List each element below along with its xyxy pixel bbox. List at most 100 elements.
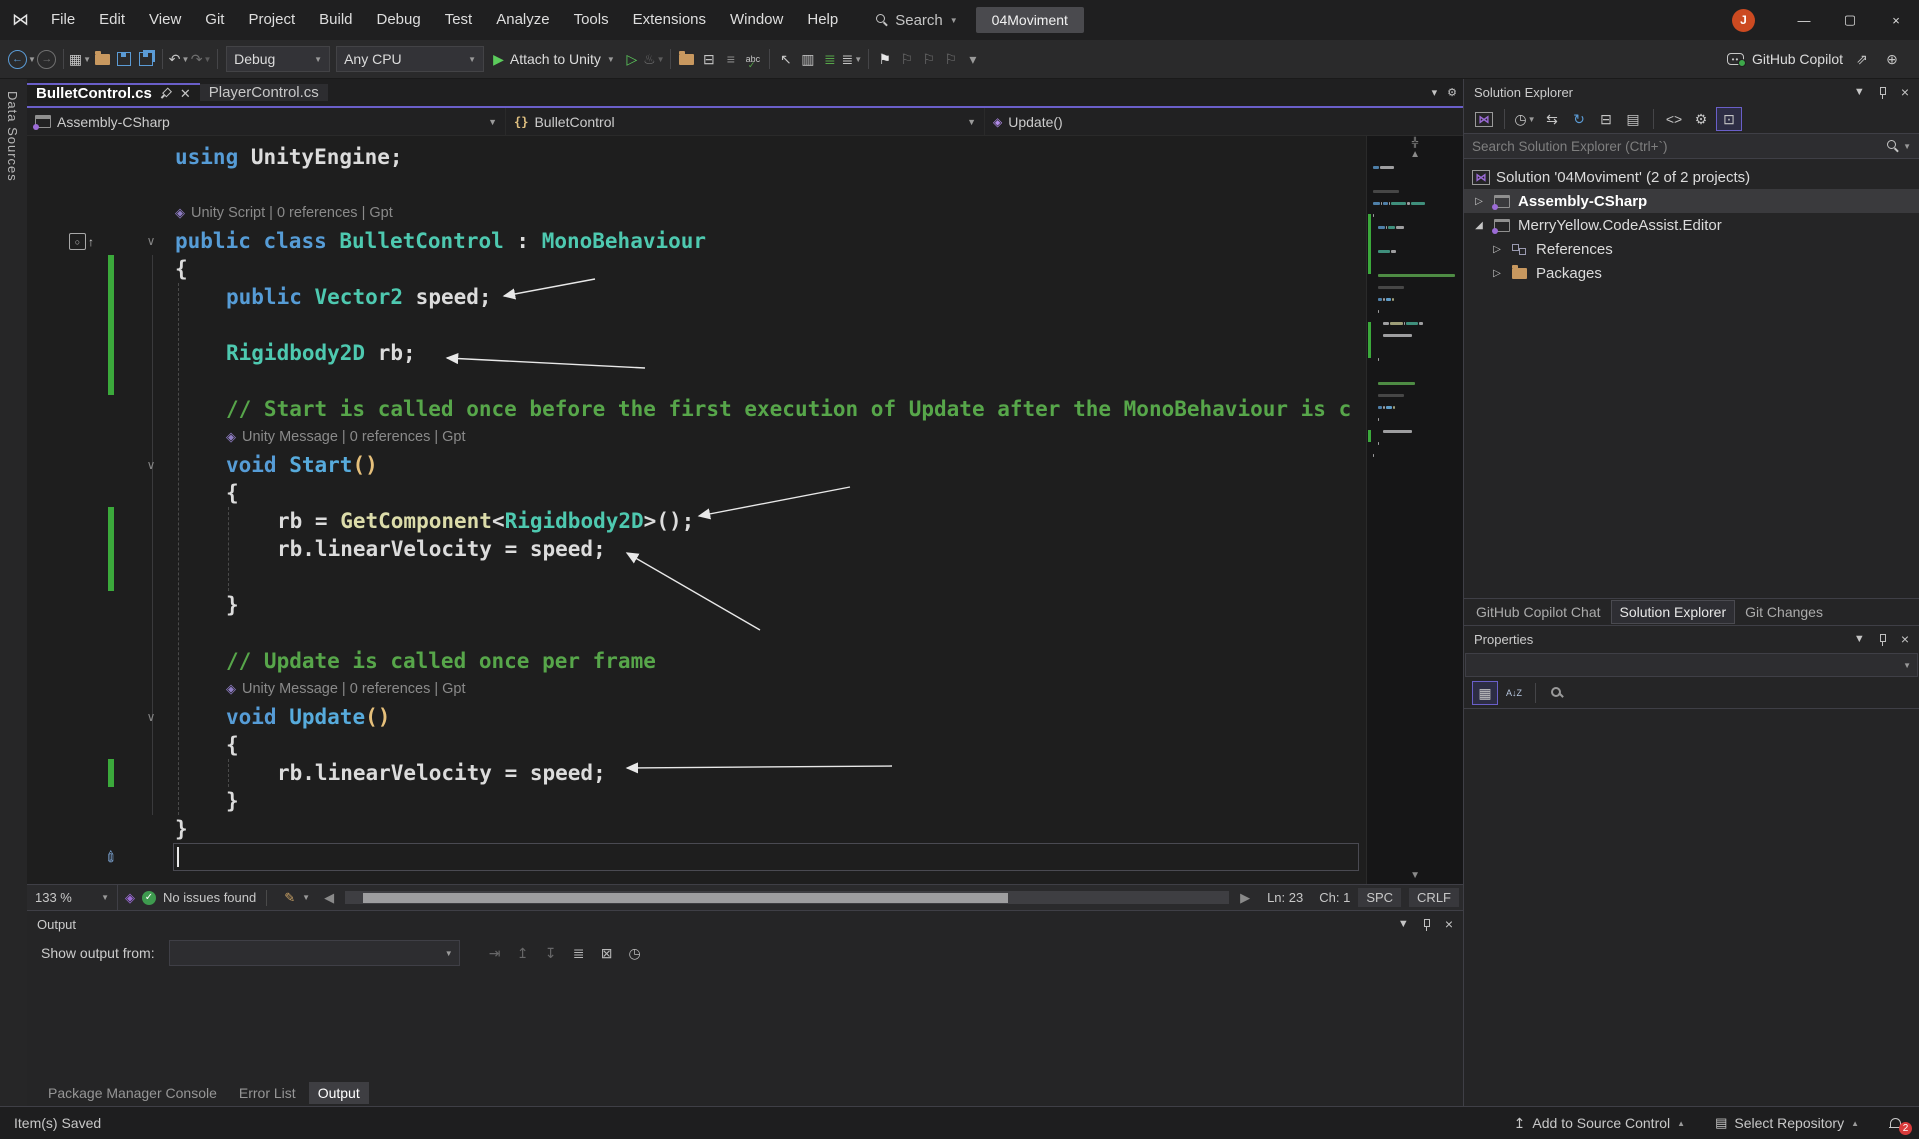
menu-extensions[interactable]: Extensions [621, 0, 718, 40]
scrollbar-thumb[interactable] [363, 893, 1008, 903]
document-dropdown-icon[interactable]: ▾ [1432, 86, 1438, 99]
minimap-scrollbar[interactable]: ╬ ▲ ▼ [1366, 136, 1463, 884]
copilot-status[interactable]: •• GitHub Copilot ⇗ ⊕ [1727, 47, 1919, 71]
tab-playercontrol-cs[interactable]: PlayerControl.cs [200, 84, 328, 101]
output-source-combo[interactable]: ▼ [169, 940, 460, 966]
share-feedback-icon[interactable]: ⇗ [1851, 47, 1873, 71]
view-code-icon[interactable]: <> [1662, 108, 1686, 130]
menu-project[interactable]: Project [236, 0, 307, 40]
find-in-files-icon[interactable] [676, 47, 698, 71]
toggle-bookmark-icon[interactable]: ⚑ [874, 47, 896, 71]
zoom-selector[interactable]: 133 % ▼ [27, 885, 118, 910]
code-editor[interactable]: using UnityEngine;◈Unity Script | 0 refe… [27, 136, 1366, 884]
bottom-tab-output[interactable]: Output [309, 1082, 369, 1104]
alphabetical-icon[interactable]: A↓Z [1502, 682, 1526, 704]
scroll-down-icon[interactable]: ▼ [1367, 870, 1463, 881]
chevron-down-icon[interactable]: ▼ [1854, 86, 1865, 98]
panel-tab-git-changes[interactable]: Git Changes [1737, 601, 1831, 623]
bottom-tab-error-list[interactable]: Error List [230, 1082, 305, 1104]
expander-collapsed-icon[interactable]: ▷ [1472, 196, 1486, 207]
sync-with-active-document-icon[interactable]: ⇆ [1540, 108, 1564, 130]
tree-item-references[interactable]: ▷References [1464, 237, 1919, 261]
property-pages-icon[interactable] [1545, 682, 1569, 704]
codelens-text[interactable]: Unity Message | 0 references | Gpt [242, 429, 466, 445]
unity-script-badge[interactable]: ○↑ [69, 233, 94, 250]
send-feedback-icon[interactable]: ⊕ [1881, 47, 1903, 71]
open-file-icon[interactable] [91, 47, 113, 71]
add-to-source-control-button[interactable]: ↥ Add to Source Control ▲ [1504, 1115, 1695, 1132]
tree-item-assembly-csharp[interactable]: ▷Assembly-CSharp [1464, 189, 1919, 213]
close-icon[interactable]: × [1445, 916, 1453, 932]
panel-tab-github-copilot-chat[interactable]: GitHub Copilot Chat [1468, 601, 1609, 623]
menu-build[interactable]: Build [307, 0, 364, 40]
project-dropdown[interactable]: Assembly-CSharp ▼ [27, 108, 506, 135]
switch-views-icon[interactable]: ⋈ [1472, 108, 1496, 130]
quick-action-icon[interactable]: ✎ [100, 845, 122, 867]
maximize-button[interactable]: ▢ [1827, 0, 1873, 40]
panel-tab-solution-explorer[interactable]: Solution Explorer [1611, 600, 1736, 624]
avatar[interactable]: J [1732, 9, 1755, 32]
navigate-forward-icon[interactable]: → [36, 47, 58, 71]
undo-icon[interactable]: ↶▼ [168, 47, 190, 71]
attach-to-unity-button[interactable]: ▶Attach to Unity▼ [487, 51, 621, 68]
output-content[interactable] [27, 969, 1463, 1079]
pin-icon[interactable] [1877, 633, 1889, 646]
properties-grid[interactable] [1464, 709, 1919, 1106]
code-cleanup-icon[interactable]: ✎ [284, 890, 295, 906]
pin-icon[interactable] [157, 85, 175, 103]
refresh-icon[interactable]: ↻ [1567, 108, 1591, 130]
menu-edit[interactable]: Edit [87, 0, 137, 40]
tree-item-merryyellow-codeassist-editor[interactable]: ◢MerryYellow.CodeAssist.Editor [1464, 213, 1919, 237]
notifications-button[interactable]: 2 [1879, 1117, 1905, 1130]
close-button[interactable]: × [1873, 0, 1919, 40]
collapse-chevron-icon[interactable]: ∨ [143, 458, 159, 472]
search-control[interactable]: Search ▼ [876, 12, 957, 29]
pin-icon[interactable] [1877, 86, 1889, 99]
save-all-icon[interactable] [135, 47, 157, 71]
scroll-up-icon[interactable]: ▲ [1367, 149, 1463, 160]
pin-icon[interactable] [1421, 918, 1433, 931]
show-all-files-icon[interactable]: ▤ [1621, 108, 1645, 130]
tree-item-packages[interactable]: ▷Packages [1464, 261, 1919, 285]
copy-reference-icon[interactable]: ▥ [797, 47, 819, 71]
data-sources-tab[interactable]: Data Sources [5, 91, 20, 182]
close-icon[interactable]: × [1901, 84, 1909, 100]
member-dropdown[interactable]: ◈ Update() [985, 108, 1463, 135]
clear-all-icon[interactable]: ⊠ [596, 945, 618, 962]
close-icon[interactable]: × [1901, 631, 1909, 647]
window-layout-icon[interactable]: ⊟ [698, 47, 720, 71]
type-dropdown[interactable]: {} BulletControl ▼ [506, 108, 985, 135]
pending-changes-filter-icon[interactable]: ◷▼ [1513, 108, 1537, 130]
menu-help[interactable]: Help [795, 0, 850, 40]
properties-object-combo[interactable]: ▼ [1465, 653, 1918, 677]
editor-addon-icon[interactable]: ◈ [125, 890, 135, 906]
tab-bulletcontrol-cs[interactable]: BulletControl.cs✕ [27, 83, 200, 102]
overflow-lines-icon[interactable]: ≡ [720, 47, 742, 71]
pointer-mode-icon[interactable]: ↖ [775, 47, 797, 71]
expander-expanded-icon[interactable]: ◢ [1472, 220, 1486, 231]
minimize-button[interactable]: — [1781, 0, 1827, 40]
space-indicator[interactable]: SPC [1358, 888, 1401, 907]
menu-debug[interactable]: Debug [365, 0, 433, 40]
timestamp-icon[interactable]: ◷ [624, 945, 646, 962]
scroll-left-icon[interactable]: ◀ [324, 890, 334, 906]
start-without-debugging-icon[interactable]: ▷ [621, 47, 643, 71]
chevron-down-icon[interactable]: ▼ [1854, 633, 1865, 645]
solution-platforms-combo[interactable]: Any CPU▼ [336, 46, 484, 72]
splitter-handle-icon[interactable]: ╬ [1367, 137, 1463, 147]
tree-item-solution-04moviment-2-of-2-pro[interactable]: ⋈Solution '04Moviment' (2 of 2 projects) [1464, 165, 1919, 189]
collapse-all-icon[interactable]: ⊟ [1594, 108, 1618, 130]
bottom-tab-package-manager-console[interactable]: Package Manager Console [39, 1082, 226, 1104]
horizontal-scrollbar[interactable] [345, 891, 1229, 904]
select-repository-button[interactable]: ▤ Select Repository ▲ [1705, 1115, 1869, 1131]
chevron-down-icon[interactable]: ▼ [1398, 918, 1409, 930]
navigate-backward-icon[interactable]: ←▼ [8, 47, 36, 71]
preview-selected-icon[interactable]: ⊡ [1716, 107, 1742, 131]
expander-collapsed-icon[interactable]: ▷ [1490, 244, 1504, 255]
spell-check-icon[interactable]: abc [742, 47, 764, 71]
sort-usings-icon[interactable]: ≣▼ [841, 47, 863, 71]
word-wrap-icon[interactable]: ≣ [568, 945, 590, 962]
codelens-text[interactable]: Unity Message | 0 references | Gpt [242, 681, 466, 697]
eol-indicator[interactable]: CRLF [1409, 888, 1459, 907]
new-item-icon[interactable]: ▦▼ [69, 47, 91, 71]
